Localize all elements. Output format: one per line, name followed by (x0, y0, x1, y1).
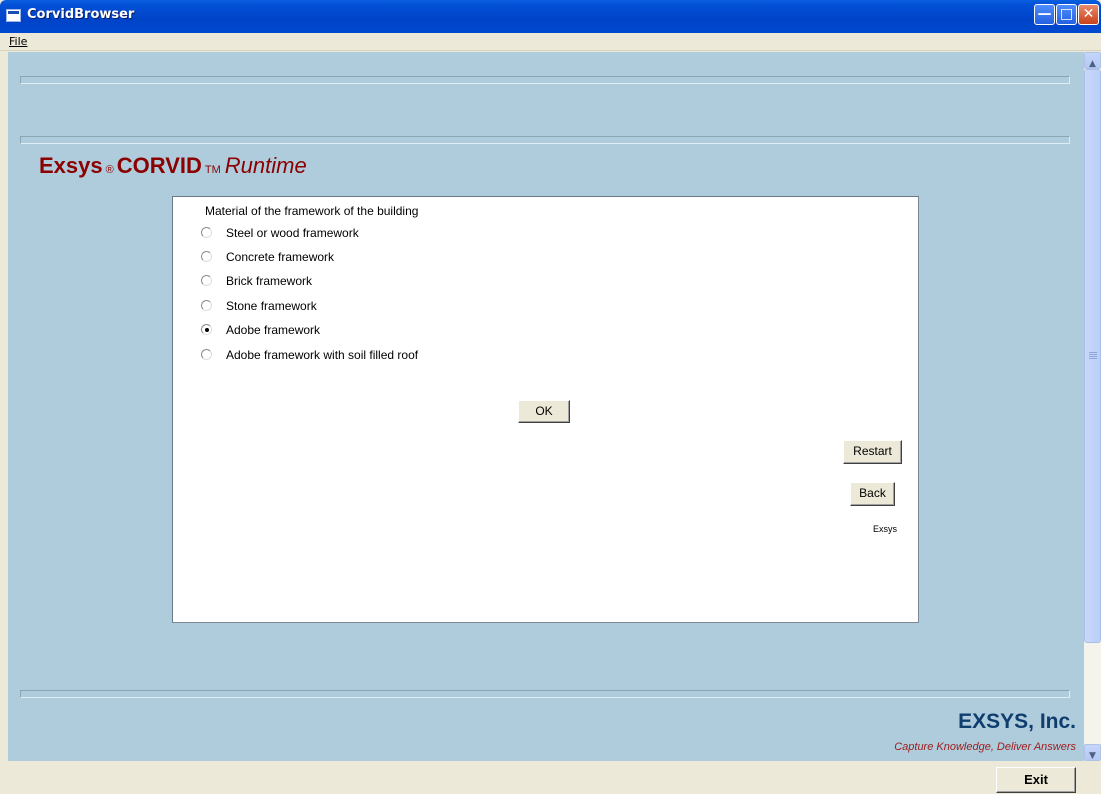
brand-product: CORVID (116, 153, 202, 178)
trademark-mark: TM (204, 164, 221, 176)
option-label: Steel or wood framework (226, 226, 359, 240)
bottom-bar: Exit (0, 761, 1101, 794)
scrollbar-thumb[interactable] (1084, 69, 1101, 643)
exsys-credit: Exsys (873, 524, 898, 534)
question-prompt: Material of the framework of the buildin… (205, 204, 419, 218)
brand-mode: Runtime (224, 153, 307, 178)
window-title: CorvidBrowser (27, 7, 135, 22)
radio-button[interactable] (201, 275, 212, 286)
chevron-down-icon: ▼ (1089, 751, 1096, 761)
menu-file[interactable]: File (9, 35, 27, 48)
grip-icon (1089, 352, 1097, 360)
option-brick[interactable]: Brick framework (201, 272, 601, 290)
scroll-up-button[interactable]: ▲ (1084, 52, 1101, 69)
minimize-icon: — (1037, 6, 1052, 22)
divider-top (20, 76, 1070, 84)
radio-button[interactable] (201, 300, 212, 311)
maximize-icon: □ (1059, 6, 1074, 22)
ok-button[interactable]: OK (518, 400, 570, 423)
registered-mark: ® (105, 164, 114, 176)
restart-button[interactable]: Restart (843, 440, 902, 464)
app-icon (6, 9, 21, 22)
option-steel-wood[interactable]: Steel or wood framework (201, 224, 601, 242)
option-label: Brick framework (226, 274, 313, 288)
content-frame: Exsys ® CORVID TM Runtime Material of the fr… (8, 52, 1084, 761)
vertical-scrollbar[interactable]: ▲ ▼ (1084, 52, 1101, 761)
company-tagline: Capture Knowledge, Deliver Answers (894, 741, 1076, 753)
maximize-button[interactable]: □ (1056, 4, 1077, 25)
company-name: EXSYS, Inc. (958, 710, 1076, 733)
radio-button[interactable] (201, 251, 212, 262)
radio-button-selected[interactable] (201, 324, 212, 335)
menu-bar: File (0, 33, 1101, 51)
brand-name: Exsys (39, 153, 103, 178)
option-adobe[interactable]: Adobe framework (201, 321, 601, 339)
question-panel: Material of the framework of the buildin… (172, 196, 919, 623)
option-label: Concrete framework (226, 250, 335, 264)
exit-button[interactable]: Exit (996, 767, 1076, 793)
close-icon: ✕ (1082, 6, 1095, 22)
divider-footer (20, 690, 1070, 698)
close-button[interactable]: ✕ (1078, 4, 1099, 25)
divider-header (20, 136, 1070, 144)
chevron-up-icon: ▲ (1089, 59, 1096, 69)
back-button[interactable]: Back (850, 482, 895, 506)
option-label: Adobe framework (226, 323, 321, 337)
menu-file-label: File (9, 35, 28, 48)
title-bar: CorvidBrowser — □ ✕ (0, 0, 1101, 33)
scroll-down-button[interactable]: ▼ (1084, 744, 1101, 761)
option-stone[interactable]: Stone framework (201, 297, 601, 315)
option-label: Stone framework (226, 299, 317, 313)
radio-button[interactable] (201, 227, 212, 238)
option-label: Adobe framework with soil filled roof (226, 348, 419, 362)
radio-button[interactable] (201, 349, 212, 360)
option-adobe-soil-roof[interactable]: Adobe framework with soil filled roof (201, 346, 601, 364)
option-concrete[interactable]: Concrete framework (201, 248, 601, 266)
brand-header: Exsys ® CORVID TM Runtime (39, 153, 307, 179)
minimize-button[interactable]: — (1034, 4, 1055, 25)
